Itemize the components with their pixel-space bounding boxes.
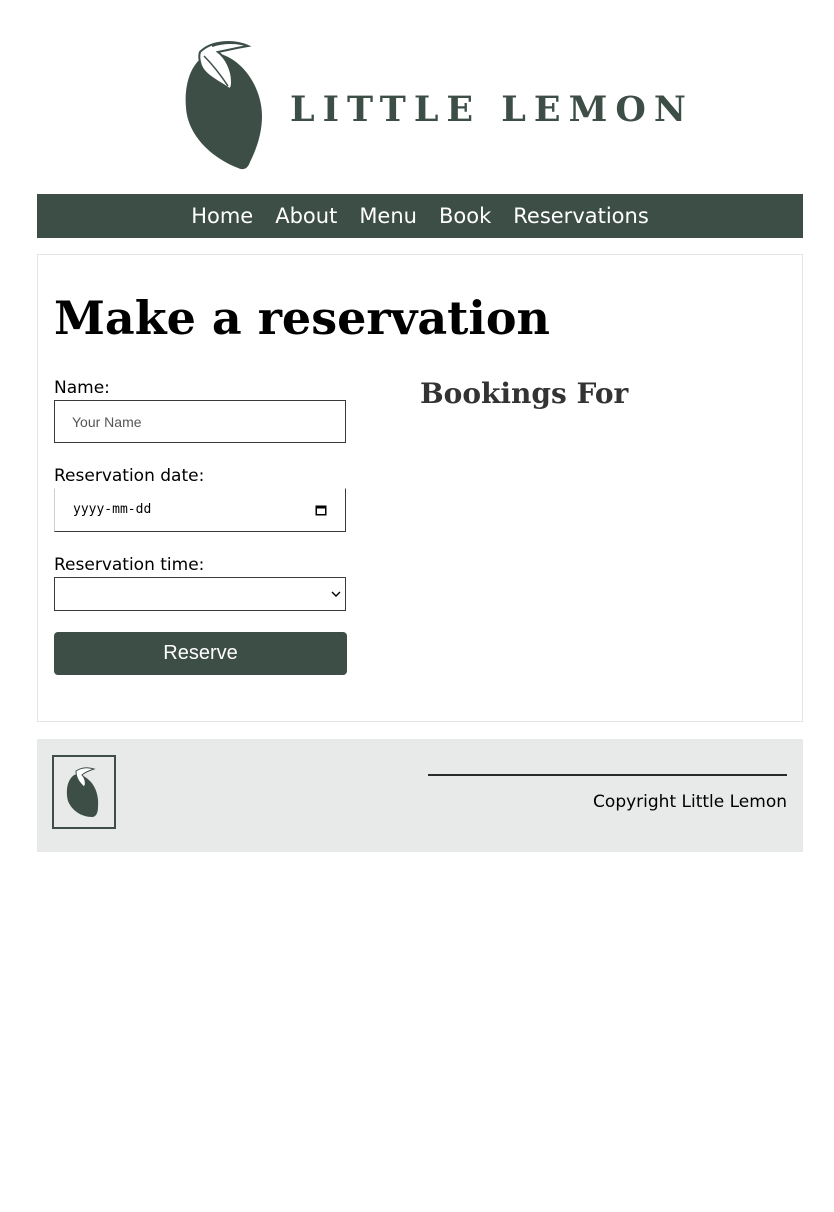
site-header: LITTLE LEMON: [0, 0, 834, 194]
name-field[interactable]: [54, 400, 346, 443]
calendar-icon[interactable]: [315, 504, 327, 516]
reservation-card: Make a reservation Name: Reservation dat…: [37, 254, 803, 722]
footer-divider: [428, 774, 787, 776]
brand-name: LITTLE LEMON: [290, 89, 694, 130]
lemon-logo-icon[interactable]: [182, 38, 268, 174]
bookings-title: Bookings For: [420, 377, 629, 410]
lemon-logo-icon[interactable]: [52, 755, 116, 829]
date-field-value: yyyy-mm-dd: [73, 502, 152, 517]
date-label: Reservation date:: [54, 466, 205, 486]
chevron-down-icon: [331, 591, 341, 597]
site-footer: Copyright Little Lemon: [37, 739, 803, 852]
copyright-text: Copyright Little Lemon: [593, 792, 787, 812]
time-label: Reservation time:: [54, 555, 205, 575]
reserve-button[interactable]: Reserve: [54, 632, 347, 675]
name-label: Name:: [54, 378, 110, 398]
main-nav: Home About Menu Book Reservations: [37, 194, 803, 238]
nav-item-menu[interactable]: Menu: [359, 194, 417, 238]
date-field[interactable]: yyyy-mm-dd: [54, 488, 346, 532]
nav-item-book[interactable]: Book: [439, 194, 491, 238]
nav-item-reservations[interactable]: Reservations: [513, 194, 649, 238]
page-title: Make a reservation: [54, 291, 550, 345]
nav-item-about[interactable]: About: [275, 194, 337, 238]
nav-item-home[interactable]: Home: [191, 194, 253, 238]
time-select[interactable]: [54, 577, 346, 611]
